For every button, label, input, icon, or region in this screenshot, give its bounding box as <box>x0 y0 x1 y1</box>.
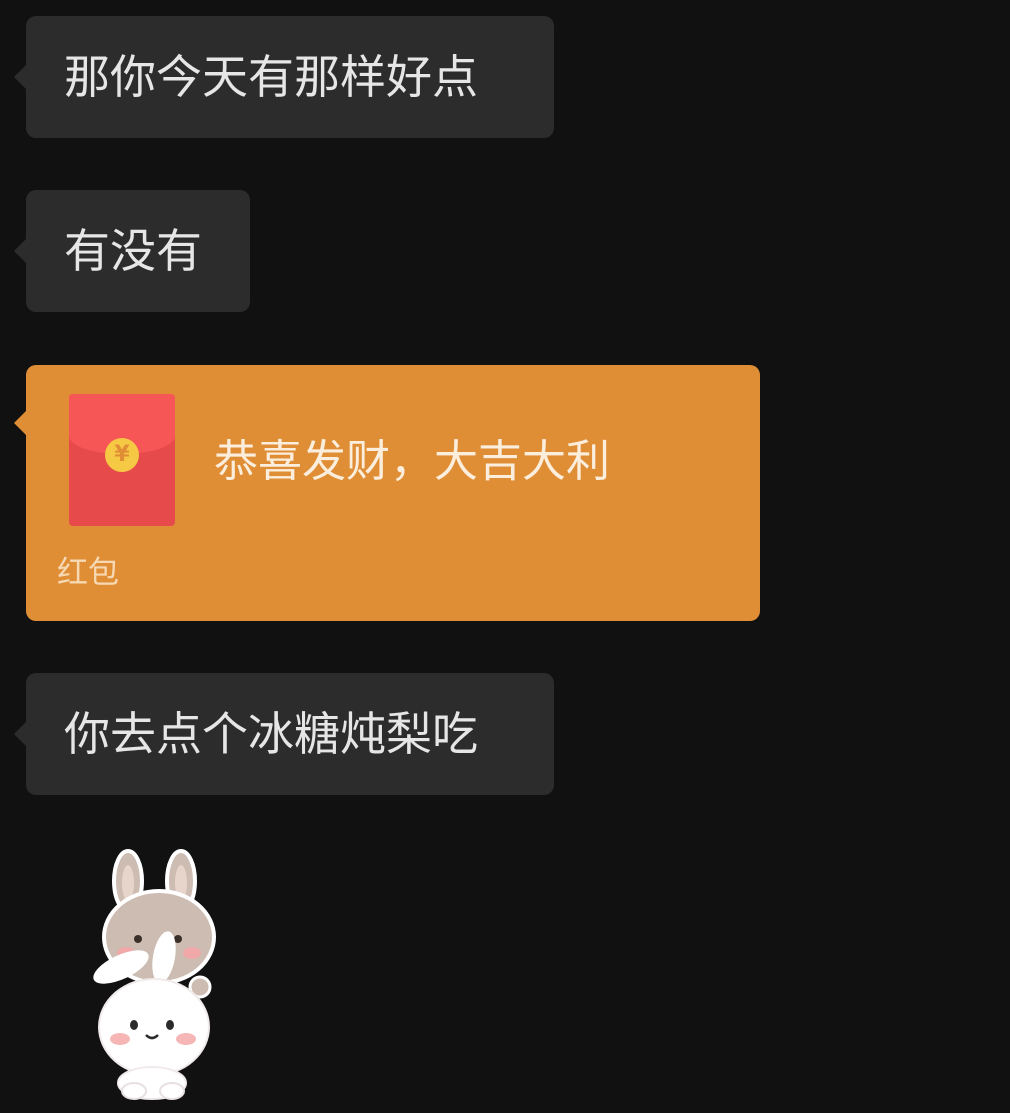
incoming-message-bubble[interactable]: 你去点个冰糖炖梨吃 <box>14 673 554 795</box>
message-text: 你去点个冰糖炖梨吃 <box>64 707 478 761</box>
incoming-message-bubble[interactable]: 有没有 <box>14 190 250 312</box>
incoming-message-bubble[interactable]: 那你今天有那样好点 <box>14 16 554 138</box>
bunny-sticker-graphic <box>93 849 216 1100</box>
red-packet-message[interactable]: ¥ 恭喜发财，大吉大利 红包 <box>14 365 760 621</box>
red-packet-label: 红包 <box>57 555 119 591</box>
message-text: 那你今天有那样好点 <box>64 50 478 104</box>
message-text: 有没有 <box>64 224 202 278</box>
red-envelope-icon: ¥ <box>69 394 175 526</box>
red-packet-title: 恭喜发财，大吉大利 <box>214 436 610 487</box>
bunny-sticker-icon[interactable] <box>26 845 286 1105</box>
yuan-coin-icon: ¥ <box>105 438 139 472</box>
